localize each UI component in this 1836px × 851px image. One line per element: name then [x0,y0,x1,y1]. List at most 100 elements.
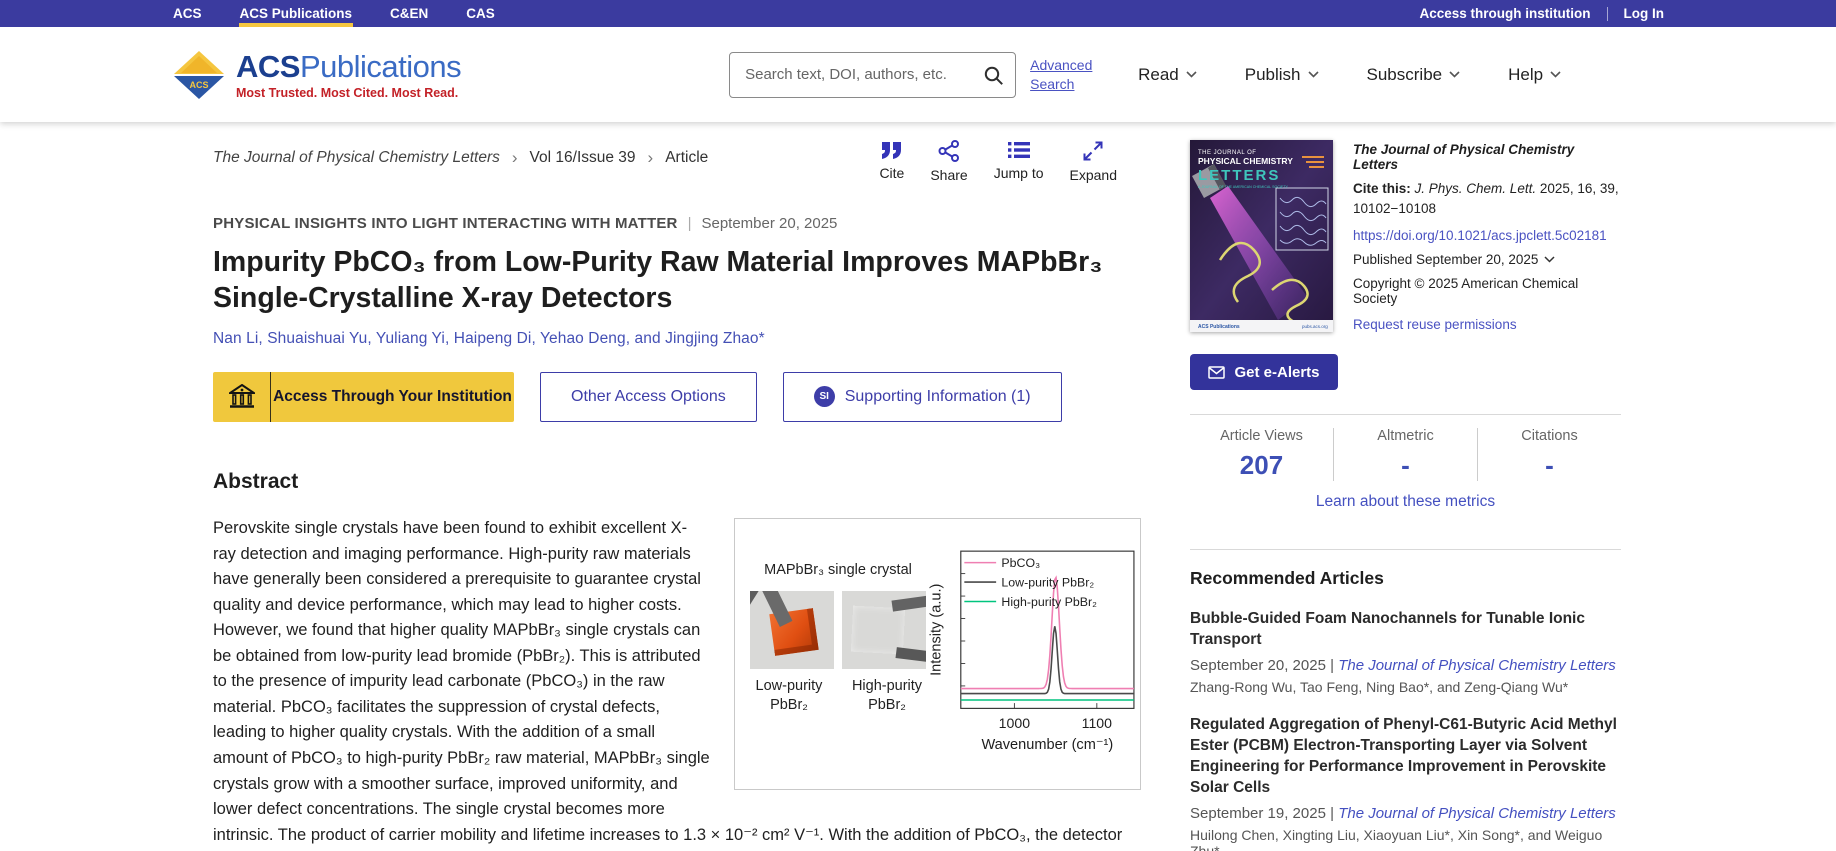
recommended-article: Bubble-Guided Foam Nanochannels for Tuna… [1190,609,1621,695]
svg-text:ACS Publications: ACS Publications [1198,324,1240,330]
search-box [729,52,1016,98]
access-institution-button[interactable]: Access Through Your Institution [213,372,514,422]
recommended-article-journal[interactable]: The Journal of Physical Chemistry Letter… [1338,805,1616,822]
expand-arrows-icon [1082,140,1104,162]
recommended-article-title[interactable]: Bubble-Guided Foam Nanochannels for Tuna… [1190,609,1621,651]
advanced-search-link[interactable]: Advanced Search [1030,56,1102,94]
recommended-article-authors: Huilong Chen, Xingting Liu, Xiaoyuan Liu… [1190,827,1621,851]
top-brand-bar: ACS ACS Publications C&EN CAS Access thr… [0,0,1836,27]
article-title: Impurity PbCO₃ from Low-Purity Raw Mater… [213,244,1133,317]
svg-text:1100: 1100 [1082,715,1113,731]
topbar-separator [1607,7,1608,21]
access-options-row: Access Through Your Institution Other Ac… [213,372,1141,422]
figure-crystal-label: MAPbBr₃ single crystal [764,559,912,581]
svg-text:Low-purity PbBr₂: Low-purity PbBr₂ [1001,575,1094,589]
doi-link[interactable]: https://doi.org/10.1021/acs.jpclett.5c02… [1353,228,1621,243]
get-e-alerts-button[interactable]: Get e-Alerts [1190,354,1338,390]
acs-article-page: ACS ACS Publications C&EN CAS Access thr… [0,0,1836,851]
special-issue-label[interactable]: PHYSICAL INSIGHTS INTO LIGHT INTERACTING… [213,215,678,232]
publication-date: September 20, 2025 [701,215,837,232]
metric-altmetric: Altmetric - [1333,428,1477,481]
jump-to-button[interactable]: Jump to [994,140,1044,183]
citation-block: The Journal of Physical Chemistry Letter… [1353,140,1621,332]
cite-this-line: Cite this: J. Phys. Chem. Lett. 2025, 16… [1353,179,1621,218]
svg-text:pubs.acs.org: pubs.acs.org [1302,324,1328,329]
other-access-options-button[interactable]: Other Access Options [540,372,757,422]
primary-nav: Read Publish Subscribe Help [1138,65,1561,85]
topbar-cen[interactable]: C&EN [389,0,429,27]
abstract-heading: Abstract [213,470,1141,494]
access-through-institution-link[interactable]: Access through institution [1419,6,1590,21]
svg-text:ACS: ACS [189,80,208,90]
svg-text:Intensity (a.u.): Intensity (a.u.) [929,584,944,676]
published-date-toggle[interactable]: Published September 20, 2025 [1353,252,1621,267]
chevron-down-icon [1449,71,1460,78]
figure-left-caption: Low-purityPbBr₂ [747,677,831,715]
article-main: The Journal of Physical Chemistry Letter… [213,140,1141,851]
svg-text:Wavenumber (cm⁻¹): Wavenumber (cm⁻¹) [981,737,1113,753]
si-badge-icon: SI [814,386,835,407]
list-icon [1007,140,1031,160]
svg-text:PbCO₃: PbCO₃ [1001,556,1040,570]
search-input[interactable] [730,53,970,97]
acs-publications-logo[interactable]: ACS ACSPublications Most Trusted. Most C… [172,49,461,100]
topbar-acs[interactable]: ACS [172,0,203,27]
share-button[interactable]: Share [930,140,967,183]
recommended-article-journal[interactable]: The Journal of Physical Chemistry Letter… [1338,657,1616,674]
breadcrumb: The Journal of Physical Chemistry Letter… [213,140,708,168]
divider [1190,549,1621,550]
chevron-down-icon [1550,71,1561,78]
raman-spectrum-chart: 1000 1100 Wavenumber (cm⁻¹) Intensity (a.u.… [929,533,1141,781]
breadcrumb-journal[interactable]: The Journal of Physical Chemistry Letter… [213,149,500,167]
breadcrumb-separator-icon: › [648,148,654,168]
chevron-down-icon [1186,71,1197,78]
sidebar-journal-title[interactable]: The Journal of Physical Chemistry Letter… [1353,140,1621,172]
recommended-article-title[interactable]: Regulated Aggregation of Phenyl-C61-Buty… [1190,715,1621,799]
topbar-cas[interactable]: CAS [465,0,496,27]
article-sidebar: THE JOURNAL OF PHYSICAL CHEMISTRY LETTER… [1190,140,1621,851]
expand-button[interactable]: Expand [1070,140,1117,183]
search-icon[interactable] [983,65,1005,87]
site-header: ACS ACSPublications Most Trusted. Most C… [0,27,1836,122]
cite-button[interactable]: Cite [879,140,904,183]
learn-about-metrics-link[interactable]: Learn about these metrics [1190,493,1621,525]
svg-text:High-purity PbBr₂: High-purity PbBr₂ [1001,595,1097,609]
figure-right-caption: High-purityPbBr₂ [845,677,929,715]
quote-icon [880,140,904,160]
metrics-row: Article Views 207 Altmetric - Citations … [1190,415,1621,491]
article-category-row: PHYSICAL INSIGHTS INTO LIGHT INTERACTING… [213,215,1141,232]
recommended-article: Regulated Aggregation of Phenyl-C61-Buty… [1190,715,1621,851]
copyright-line: Copyright © 2025 American Chemical Socie… [1353,276,1621,306]
journal-cover-image[interactable]: THE JOURNAL OF PHYSICAL CHEMISTRY LETTER… [1190,140,1333,332]
metric-citations: Citations - [1477,428,1621,481]
logo-publications-text: Publications [300,49,461,84]
supporting-information-button[interactable]: SI Supporting Information (1) [783,372,1062,422]
recommended-article-authors: Zhang-Rong Wu, Tao Feng, Ning Bao*, and … [1190,679,1621,695]
abstract-section: MAPbBr₃ single crystal [213,516,1141,851]
nav-help[interactable]: Help [1508,65,1561,85]
institution-building-icon [229,384,255,410]
svg-text:A JOURNAL OF THE AMERICAN CHEM: A JOURNAL OF THE AMERICAN CHEMICAL SOCIE… [1198,185,1289,189]
low-purity-crystal-photo [750,591,834,669]
metric-article-views: Article Views 207 [1190,428,1333,481]
recommended-article-date: September 20, 2025 [1190,657,1326,674]
nav-read[interactable]: Read [1138,65,1197,85]
request-reuse-permissions-link[interactable]: Request reuse permissions [1353,317,1621,332]
breadcrumb-issue[interactable]: Vol 16/Issue 39 [530,149,636,167]
chevron-down-icon [1544,256,1555,263]
topbar-acs-publications[interactable]: ACS Publications [239,0,354,27]
breadcrumb-article: Article [665,149,708,167]
author-list[interactable]: Nan Li, Shuaishuai Yu, Yuliang Yi, Haipe… [213,330,1141,348]
recommended-articles-heading: Recommended Articles [1190,568,1621,589]
nav-publish[interactable]: Publish [1245,65,1319,85]
logo-acs-text: ACS [236,49,300,84]
breadcrumb-separator-icon: › [512,148,518,168]
login-link[interactable]: Log In [1624,6,1665,21]
abstract-graphic[interactable]: MAPbBr₃ single crystal [734,518,1141,790]
logo-tagline: Most Trusted. Most Cited. Most Read. [236,86,461,100]
svg-text:1000: 1000 [999,715,1031,731]
svg-text:PHYSICAL CHEMISTRY: PHYSICAL CHEMISTRY [1198,156,1293,166]
nav-subscribe[interactable]: Subscribe [1367,65,1461,85]
recommended-article-date: September 19, 2025 [1190,805,1326,822]
envelope-icon [1208,366,1225,379]
